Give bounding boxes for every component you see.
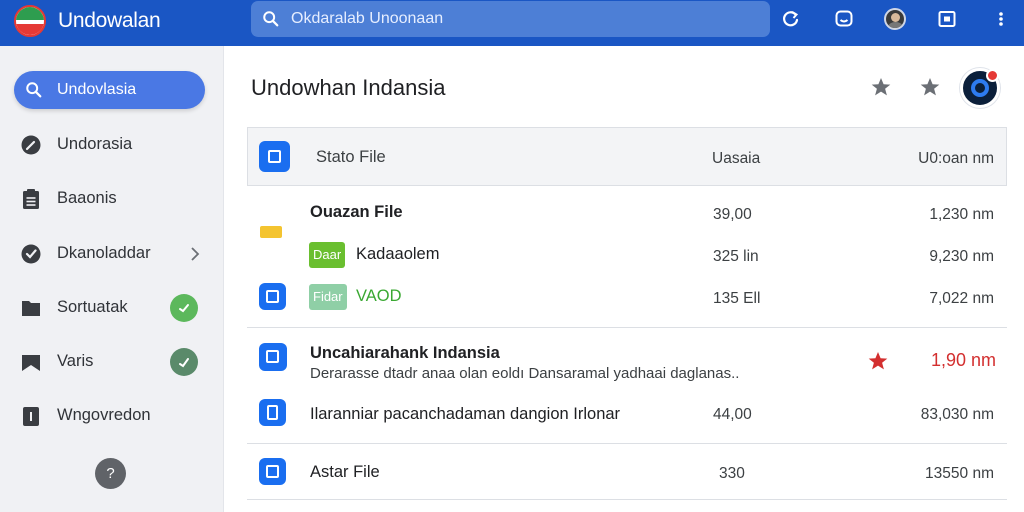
star-outline-icon[interactable] [919, 76, 941, 98]
clipboard-icon [23, 189, 39, 209]
sidebar-item-sortuatak[interactable]: Sortuatak [0, 288, 224, 328]
row-tag: Daar [309, 242, 346, 268]
chat-icon [835, 10, 853, 27]
row-size: 1,90 nm [930, 350, 996, 370]
search-icon [26, 82, 42, 98]
sidebar-item-baaonis[interactable]: Baaonis [0, 179, 224, 219]
row-col2: 44,00 [713, 406, 752, 423]
search-bar[interactable] [251, 1, 770, 37]
row-col2: 330 [719, 465, 745, 482]
page-title: Undowhan Indansia [251, 75, 446, 100]
sidebar-item-wngovredon[interactable]: Wngovredon [0, 396, 224, 436]
table-header: Stato File Uasaia U0:oan nm [247, 127, 1007, 186]
row-subtitle: Derarasse dtadr anaa olan eoldı Dansaram… [310, 365, 740, 382]
row-name: Uncahiarahank Indansia [310, 344, 500, 362]
compass-icon [21, 135, 41, 155]
row-col2: 325 lin [713, 248, 759, 265]
more-button[interactable] [990, 8, 1012, 30]
row-col2: 135 Ell [713, 290, 761, 307]
row-name: Kadaaolem [356, 245, 440, 263]
star-outline-icon[interactable] [870, 76, 892, 98]
sidebar-item-label: Undorasia [57, 135, 133, 153]
header-col2[interactable]: Uasaia [712, 150, 760, 168]
file-icon [259, 458, 286, 485]
search-input[interactable] [291, 7, 751, 31]
search-icon [263, 11, 279, 27]
window-icon [938, 11, 956, 27]
check-circle-icon [21, 244, 41, 264]
notification-dot [986, 69, 999, 82]
row-name: Ouazan File [310, 203, 403, 221]
row-divider [247, 443, 1007, 444]
status-badge [170, 348, 198, 376]
chat-button[interactable] [833, 8, 855, 30]
sidebar-item-label: Varis [57, 352, 94, 370]
chevron-right-icon [191, 247, 200, 261]
file-icon [259, 141, 290, 172]
help-icon: ? [106, 465, 115, 482]
row-divider [247, 327, 1007, 328]
more-vert-icon [999, 12, 1003, 26]
app-logo[interactable] [14, 5, 46, 37]
account-avatar[interactable] [960, 68, 1000, 108]
sidebar-item-label: Dkanoladdar [57, 244, 151, 262]
row-size: 83,030 nm [920, 406, 994, 423]
top-app-bar: Undowalan [0, 0, 1024, 46]
row-col2: 39,00 [713, 206, 752, 223]
sidebar-search-label: Undovlasia [57, 81, 137, 98]
sidebar-item-dkanoladdar[interactable]: Dkanoladdar [0, 234, 224, 274]
app-title: Undowalan [58, 9, 161, 32]
row-size: 9,230 nm [929, 248, 994, 265]
folder-icon [22, 301, 40, 316]
refresh-button[interactable] [780, 8, 802, 30]
file-icon [259, 343, 287, 371]
small-tag-icon [260, 226, 282, 238]
row-name: VAOD [356, 287, 402, 305]
check-icon [179, 358, 189, 368]
sidebar-item-label: Baaonis [57, 189, 117, 207]
header-name[interactable]: Stato File [316, 148, 386, 167]
row-size: 7,022 nm [929, 290, 994, 307]
row-name: Ilaranniar pacanchadaman dangion Irlonar [310, 405, 621, 423]
row-tag: Fidar [309, 284, 347, 310]
main-content: Undowhan Indansia Stato File Uasaia U0:o… [224, 46, 1024, 512]
status-badge [170, 294, 198, 322]
row-size: 1,230 nm [929, 206, 994, 223]
flag-icon [22, 355, 40, 371]
sidebar: Undovlasia Undorasia Baaonis Dkanoladdar… [0, 46, 224, 512]
sidebar-item-undorasia[interactable]: Undorasia [0, 125, 224, 165]
user-avatar[interactable] [884, 8, 906, 30]
refresh-icon [783, 11, 799, 27]
row-divider [247, 499, 1007, 500]
row-name: Astar File [310, 463, 380, 481]
check-icon [179, 304, 189, 313]
row-size: 13550 nm [925, 465, 994, 482]
window-button[interactable] [936, 8, 958, 30]
sidebar-item-varis[interactable]: Varis [0, 342, 224, 382]
sidebar-item-label: Wngovredon [57, 406, 151, 424]
file-icon [259, 399, 286, 426]
header-col3[interactable]: U0:oan nm [854, 150, 994, 168]
sidebar-item-label: Sortuatak [57, 298, 128, 316]
file-icon [259, 283, 286, 310]
help-button[interactable]: ? [95, 458, 126, 489]
document-icon [23, 407, 39, 426]
sidebar-search-button[interactable]: Undovlasia [14, 71, 205, 109]
